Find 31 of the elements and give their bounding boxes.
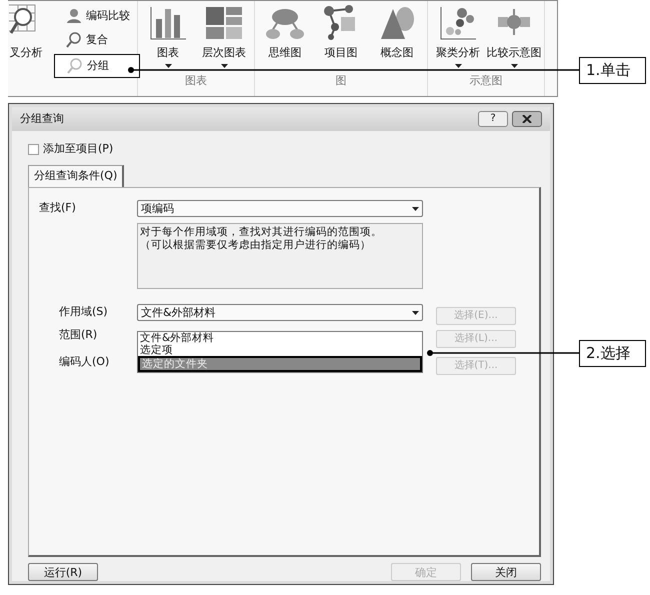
ribbon-button[interactable]: 图表 — [144, 5, 192, 73]
dropdown-option[interactable]: 文件&外部材料 — [138, 332, 422, 344]
ribbon-small-button[interactable]: 复合 — [66, 30, 137, 50]
ribbon-button[interactable]: 概念图 — [373, 5, 421, 73]
ribbon-button[interactable]: 项目图 — [317, 5, 365, 73]
checkbox-label: 添加至项目(P) — [43, 140, 114, 157]
field-label: 范围(R) — [58, 327, 98, 344]
dropdown-field[interactable]: 文件&外部材料 — [137, 304, 423, 321]
dialog-button[interactable]: 运行(R) — [28, 563, 98, 581]
field-label: 查找(F) — [39, 200, 77, 216]
ribbon-small-button[interactable]: 编码比较 — [66, 6, 137, 26]
ribbon-item-label[interactable]: 叉分析 — [10, 45, 42, 62]
window-title: 分组查询 — [20, 110, 64, 127]
ribbon-button[interactable]: 聚类分析 — [434, 5, 482, 73]
ribbon-group-label: 图 — [334, 73, 348, 89]
help-button[interactable]: ? — [478, 111, 508, 127]
dialog-button[interactable]: 关闭 — [471, 563, 541, 581]
field-label: 作用域(S) — [58, 304, 109, 320]
ribbon-button[interactable]: 思维图 — [261, 5, 309, 73]
ribbon-button[interactable]: 层次图表 — [200, 5, 248, 73]
callout-label: 2.选择 — [579, 340, 646, 367]
dropdown-option[interactable]: 选定项 — [138, 344, 422, 356]
callout-label: 1.单击 — [579, 57, 646, 84]
ribbon-group-label: 图表 — [184, 73, 208, 89]
ribbon-group-label: 示意图 — [468, 73, 504, 89]
field-label: 编码人(O) — [58, 354, 110, 370]
tab[interactable]: 分组查询条件(Q) — [28, 165, 124, 187]
dropdown-field[interactable]: 项编码 — [137, 200, 423, 217]
ribbon-button[interactable]: 比较示意图 — [490, 5, 538, 73]
ribbon-small-button[interactable]: 分组 — [54, 54, 140, 78]
description-text: 对于每个作用域项，查找对其进行编码的范围项。 （可以根据需要仅考虑由指定用户进行的编码） — [137, 223, 423, 289]
